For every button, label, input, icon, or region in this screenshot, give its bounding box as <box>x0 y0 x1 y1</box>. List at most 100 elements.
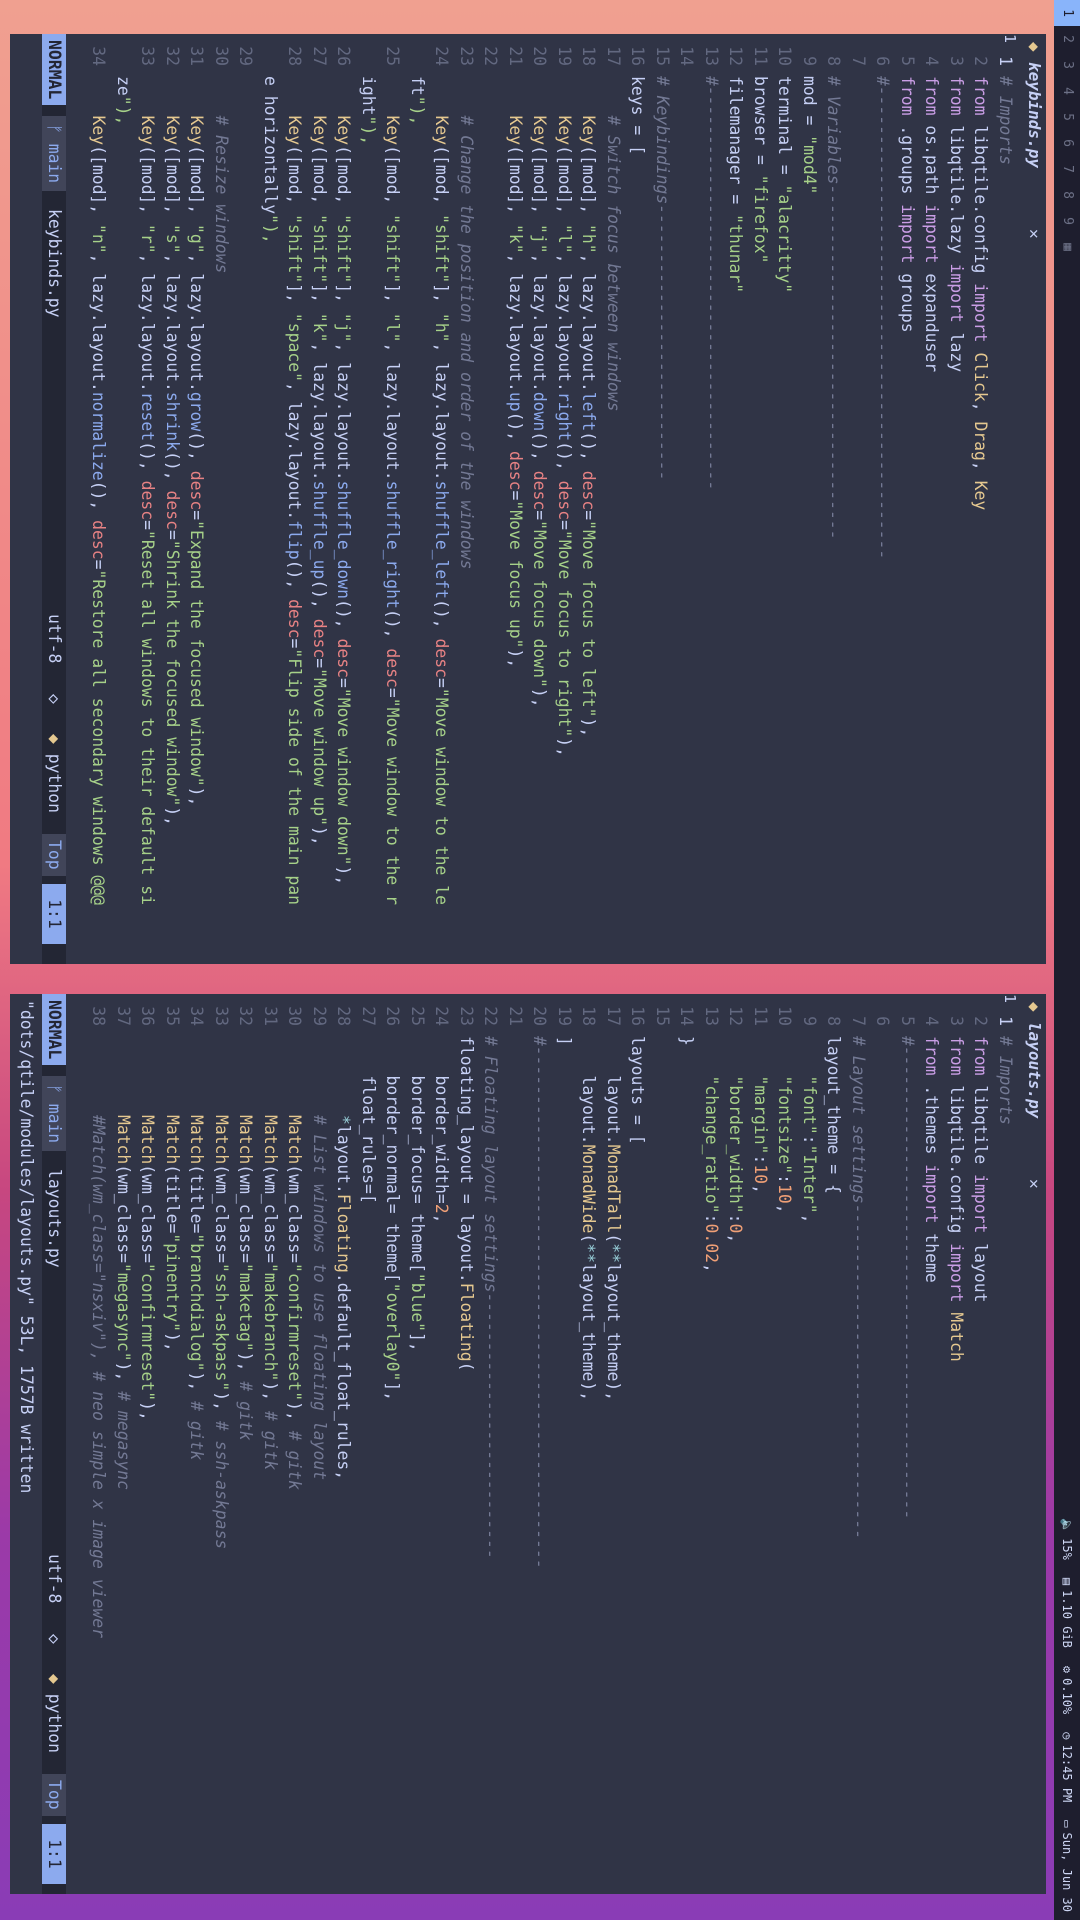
code-line[interactable]: 24 border_width=2, <box>429 994 454 1894</box>
workspace-9[interactable]: 9 <box>1054 208 1080 234</box>
code-line[interactable]: 15 # Keybindings-------------------------… <box>650 34 675 964</box>
code-line[interactable]: 23 floating_layout = layout.Floating( <box>454 994 479 1894</box>
code-line[interactable]: 9 "font":"Inter", <box>797 994 822 1894</box>
code-line[interactable]: 34 Match(title="branchdialog"), # gitk <box>184 994 209 1894</box>
code-line[interactable]: 6 #--------------------------------------… <box>870 34 895 964</box>
code-line[interactable]: 3 from libqtile.lazy import lazy <box>944 34 969 964</box>
command-line[interactable] <box>14 34 38 964</box>
code-line[interactable]: 26 border_normal= theme["overlay0"], <box>380 994 405 1894</box>
editor-window-layouts[interactable]: ◆ layouts.py ✕ 1 1 # Imports 2 from libqtil… <box>10 994 1046 1894</box>
code-line[interactable]: 33 Key([mod], "r", lazy.layout.reset(), … <box>135 34 160 964</box>
workspace-1[interactable]: 1 <box>1054 0 1080 26</box>
code-line[interactable]: 4 from os.path import expanduser <box>919 34 944 964</box>
code-line[interactable]: 10 terminal = "alacritty" <box>772 34 797 964</box>
code-line[interactable]: 5 #--------------------------------------… <box>895 994 920 1894</box>
line-text: ft"), <box>408 76 427 126</box>
code-line[interactable]: e horizontally"), <box>258 34 283 964</box>
code-line[interactable]: 6 <box>870 994 895 1894</box>
code-line[interactable]: 15 <box>650 994 675 1894</box>
code-line[interactable]: 2 from libqtile.config import Click, Drag… <box>968 34 993 964</box>
code-line[interactable]: 7 # Layout settings----------------------… <box>846 994 871 1894</box>
code-line[interactable]: ight"), <box>356 34 381 964</box>
code-line[interactable]: 17 # Switch focus between windows <box>601 34 626 964</box>
code-line[interactable]: 34 Key([mod], "n", lazy.layout.normalize… <box>86 34 111 964</box>
code-line[interactable]: 1 # Imports <box>993 994 1018 1894</box>
layout-icon[interactable]: ▦ <box>1054 234 1080 260</box>
code-line[interactable]: 20 #-------------------------------------… <box>527 994 552 1894</box>
code-line[interactable]: 22 # Floating layout settings------------… <box>478 994 503 1894</box>
code-line[interactable]: 17 layout.MonadTall(**layout_theme), <box>601 994 626 1894</box>
volume-widget[interactable]: 🔈 15% <box>1054 1518 1080 1560</box>
workspace-3[interactable]: 3 <box>1054 52 1080 78</box>
code-line[interactable]: 1 # Imports <box>993 34 1018 964</box>
code-line[interactable]: ze"), <box>111 34 136 964</box>
code-line[interactable]: 38 #Match(wm_class="nsxiv"), # neo simpl… <box>86 994 111 1894</box>
close-icon[interactable]: ✕ <box>1022 229 1047 239</box>
code-line[interactable]: 36 Match(wm_class="confirmreset"), <box>135 994 160 1894</box>
workspace-6[interactable]: 6 <box>1054 130 1080 156</box>
code-line[interactable]: 30 Match(wm_class="confirmreset"), # git… <box>282 994 307 1894</box>
code-area[interactable]: 1 # Imports 2 from libqtile.config import C… <box>86 34 1017 964</box>
code-line[interactable]: 3 from libqtile.config import Match <box>944 994 969 1894</box>
code-line[interactable]: 8 # Variables----------------------------… <box>821 34 846 964</box>
code-line[interactable]: 32 Match(wm_class="maketag"), # gitk <box>233 994 258 1894</box>
code-line[interactable]: 23 # Change the position and order of th… <box>454 34 479 964</box>
code-line[interactable]: 31 Key([mod], "g", lazy.layout.grow(), d… <box>184 34 209 964</box>
code-line[interactable]: 5 from .groups import groups <box>895 34 920 964</box>
workspace-5[interactable]: 5 <box>1054 104 1080 130</box>
workspace-8[interactable]: 8 <box>1054 182 1080 208</box>
code-area[interactable]: 1# Imports 2from libqtile import layout 3f… <box>86 994 1017 1894</box>
tab-title[interactable]: keybinds.py <box>1022 62 1047 168</box>
line-text: from os.path import expanduser <box>922 76 942 373</box>
code-line[interactable]: 19 Key([mod], "l", lazy.layout.right(), … <box>552 34 577 964</box>
editor-window-keybinds[interactable]: ◆ keybinds.py ✕ 1 1 # Imports 2 from libqti… <box>10 34 1046 964</box>
workspace-7[interactable]: 7 <box>1054 156 1080 182</box>
code-line[interactable]: 16 layouts = [ <box>625 994 650 1894</box>
code-line[interactable]: 12 filemanager = "thunar" <box>723 34 748 964</box>
code-line[interactable]: 29 <box>233 34 258 964</box>
code-line[interactable]: 11 "margin":10, <box>748 994 773 1894</box>
code-line[interactable]: 14} <box>674 994 699 1894</box>
code-line[interactable]: 33 Match(wm_class="ssh-askpass"), # ssh-… <box>209 994 234 1894</box>
code-line[interactable]: 13 #-------------------------------------… <box>699 34 724 964</box>
code-line[interactable]: ft"), <box>405 34 430 964</box>
code-line[interactable]: 18 Key([mod], "h", lazy.layout.left(), d… <box>576 34 601 964</box>
command-line[interactable]: "dots/qtile/modules/layouts.py" 53L, 175… <box>14 994 38 1894</box>
code-line[interactable]: 12 "border_width":0, <box>723 994 748 1894</box>
workspace-2[interactable]: 2 <box>1054 26 1080 52</box>
code-line[interactable]: 16 keys = [ <box>625 34 650 964</box>
code-line[interactable]: 20 Key([mod], "j", lazy.layout.down(), d… <box>527 34 552 964</box>
code-line[interactable]: 13 "change_ratio":0.02, <box>699 994 724 1894</box>
code-line[interactable]: 29 # List windows to use floating layout <box>307 994 332 1894</box>
workspace-4[interactable]: 4 <box>1054 78 1080 104</box>
code-line[interactable]: 32 Key([mod], "s", lazy.layout.shrink(),… <box>160 34 185 964</box>
code-line[interactable]: 28 Key([mod, "shift"], "space", lazy.lay… <box>282 34 307 964</box>
code-line[interactable]: 10 "fontsize":10, <box>772 994 797 1894</box>
code-line[interactable]: 11 browser = "firefox" <box>748 34 773 964</box>
close-icon[interactable]: ✕ <box>1022 1179 1047 1189</box>
code-line[interactable]: 25 Key([mod, "shift"], "l", lazy.layout.… <box>380 34 405 964</box>
code-line[interactable]: 18 layout.MonadWide(**layout_theme), <box>576 994 601 1894</box>
code-line[interactable]: 27 float_rules=[ <box>356 994 381 1894</box>
tab-title[interactable]: layouts.py <box>1022 1022 1047 1118</box>
code-line[interactable]: 25 border_focus= theme["blue"], <box>405 994 430 1894</box>
code-line[interactable]: 2 from libqtile import layout <box>968 994 993 1894</box>
code-line[interactable]: 26 Key([mod, "shift"], "j", lazy.layout.… <box>331 34 356 964</box>
code-line[interactable]: 9 mod = "mod4" <box>797 34 822 964</box>
code-line[interactable]: 14 <box>674 34 699 964</box>
code-line[interactable]: 37 Match(wm_class="megasync"), # megasyn… <box>111 994 136 1894</box>
code-line[interactable]: 4 from .themes import theme <box>919 994 944 1894</box>
code-line[interactable]: 35 Match(title="pinentry"), <box>160 994 185 1894</box>
line-number: 6 <box>873 1016 893 1026</box>
code-line[interactable]: 30 # Resize windows <box>209 34 234 964</box>
code-line[interactable]: 22 <box>478 34 503 964</box>
code-line[interactable]: 7 <box>846 34 871 964</box>
code-line[interactable]: 21 Key([mod], "k", lazy.layout.up(), des… <box>503 34 528 964</box>
code-line[interactable]: 31 Match(wm_class="makebranch"), # gitk <box>258 994 283 1894</box>
code-line[interactable]: 19] <box>552 994 577 1894</box>
code-line[interactable]: 28 *layout.Floating.default_float_rules, <box>331 994 356 1894</box>
code-line[interactable]: 27 Key([mod, "shift"], "k", lazy.layout.… <box>307 34 332 964</box>
code-line[interactable]: 21 <box>503 994 528 1894</box>
code-line[interactable]: 24 Key([mod, "shift"], "h", lazy.layout.… <box>429 34 454 964</box>
code-line[interactable]: 8 layout_theme = { <box>821 994 846 1894</box>
